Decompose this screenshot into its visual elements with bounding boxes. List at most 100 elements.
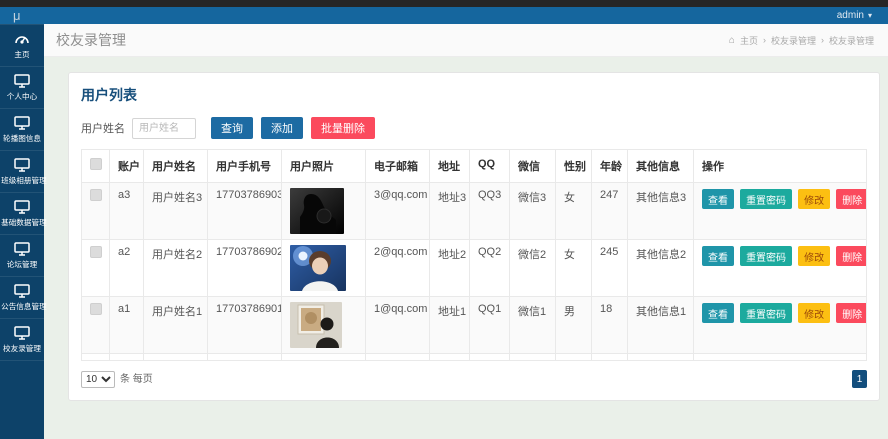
sidebar-item-carousel[interactable]: 轮播图信息 (0, 109, 44, 151)
table-row: a3 用户姓名3 17703786903 3@qq.com 地址3 QQ3 微信… (81, 182, 867, 240)
sidebar-item-forum[interactable]: 论坛管理 (0, 235, 44, 277)
cell-age: 247 (591, 182, 628, 240)
sidebar-item-base-data[interactable]: 基础数据管理 (0, 193, 47, 235)
search-input[interactable] (132, 117, 196, 139)
sidebar-item-class-album[interactable]: 班级相册管理 (0, 151, 47, 193)
breadcrumb-current: 校友录管理 (828, 35, 874, 46)
sidebar-item-home[interactable]: 主页 (0, 24, 44, 67)
admin-username: admin (836, 10, 864, 21)
cell-address: 地址2 (429, 239, 470, 297)
reset-password-button[interactable]: 重置密码 (740, 189, 793, 209)
cell-phone: 17703786901 (207, 296, 282, 354)
sidebar-item-label: 公告信息管理 (1, 302, 47, 311)
sidebar-item-label: 主页 (14, 50, 30, 59)
col-wechat: 微信 (509, 149, 556, 183)
cell-phone: 17703786902 (207, 239, 282, 297)
cell-age: 245 (591, 239, 628, 297)
col-email: 电子邮箱 (365, 149, 430, 183)
breadcrumb-home[interactable]: 主页 (740, 34, 758, 47)
cell-gender: 男 (555, 296, 592, 354)
cell-gender: 女 (555, 182, 592, 240)
caret-down-icon: ▾ (867, 10, 872, 20)
view-button[interactable]: 查看 (702, 246, 734, 266)
sidebar-item-label: 校友录管理 (3, 344, 42, 353)
monitor-icon (0, 74, 44, 88)
page-title: 校友录管理 (56, 32, 126, 48)
table-row: a2 用户姓名2 17703786902 2@qq.com 地址2 QQ2 微信… (81, 239, 867, 297)
reset-password-button[interactable]: 重置密码 (740, 246, 793, 266)
col-actions: 操作 (693, 149, 867, 183)
cell-account: a2 (109, 239, 144, 297)
edit-button[interactable]: 修改 (798, 189, 831, 209)
row-checkbox[interactable] (90, 303, 102, 315)
col-gender: 性别 (555, 149, 592, 183)
query-button[interactable]: 查询 (211, 117, 253, 139)
select-all-checkbox[interactable] (90, 158, 102, 170)
per-page-label: 条 每页 (120, 374, 153, 385)
table-header-row: 账户 用户姓名 用户手机号 用户照片 电子邮箱 地址 QQ 微信 性别 年龄 其… (81, 149, 867, 183)
sidebar-item-notice[interactable]: 公告信息管理 (0, 277, 47, 319)
row-checkbox[interactable] (90, 246, 102, 258)
sidebar-item-label: 论坛管理 (6, 260, 38, 269)
toolbar: 用户姓名 查询 添加 批量删除 (81, 117, 867, 139)
edit-button[interactable]: 修改 (798, 303, 831, 323)
sidebar-item-label: 轮播图信息 (3, 134, 42, 143)
user-photo (290, 188, 344, 234)
edit-button[interactable]: 修改 (798, 246, 831, 266)
top-strip (0, 0, 888, 7)
cell-address: 地址1 (429, 296, 470, 354)
monitor-icon (0, 200, 44, 214)
table-footer-row (81, 353, 867, 361)
delete-button[interactable]: 删除 (836, 246, 866, 266)
breadcrumb-separator: › (820, 35, 824, 45)
cell-qq: QQ1 (469, 296, 510, 354)
admin-menu[interactable]: admin ▾ (837, 10, 888, 21)
delete-button[interactable]: 删除 (836, 303, 866, 323)
monitor-icon (0, 242, 44, 256)
table-row: a1 用户姓名1 17703786901 1@qq.com 地址1 QQ1 微信… (81, 296, 867, 354)
monitor-icon (0, 116, 44, 130)
batch-delete-button[interactable]: 批量删除 (311, 117, 375, 139)
breadcrumb-separator: › (762, 35, 766, 45)
delete-button[interactable]: 删除 (836, 189, 866, 209)
cell-email: 1@qq.com (365, 296, 430, 354)
view-button[interactable]: 查看 (702, 189, 734, 209)
col-qq: QQ (469, 149, 510, 183)
cell-wechat: 微信1 (509, 296, 556, 354)
sidebar-item-label: 基础数据管理 (1, 218, 47, 227)
cell-wechat: 微信2 (509, 239, 556, 297)
monitor-icon (0, 284, 44, 298)
cell-phone: 17703786903 (207, 182, 282, 240)
row-checkbox[interactable] (90, 189, 102, 201)
cell-gender: 女 (555, 239, 592, 297)
cell-address: 地址3 (429, 182, 470, 240)
cell-other: 其他信息2 (627, 239, 694, 297)
cell-name: 用户姓名3 (143, 182, 208, 240)
user-list-card: 用户列表 用户姓名 查询 添加 批量删除 (68, 72, 880, 401)
cell-email: 3@qq.com (365, 182, 430, 240)
user-photo (290, 302, 342, 348)
search-label: 用户姓名 (81, 123, 125, 135)
monitor-icon (0, 326, 44, 340)
col-name: 用户姓名 (143, 149, 208, 183)
page-size-select[interactable]: 10 (81, 371, 115, 388)
view-button[interactable]: 查看 (702, 303, 734, 323)
reset-password-button[interactable]: 重置密码 (740, 303, 793, 323)
col-age: 年龄 (591, 149, 628, 183)
monitor-icon (0, 158, 44, 172)
sidebar: 主页 个人中心 轮播图信息 班级相册管理 基础数据管理 论坛管理 公告信息管理 … (0, 24, 47, 439)
sidebar-item-alumni[interactable]: 校友录管理 (0, 319, 44, 361)
cell-account: a1 (109, 296, 144, 354)
breadcrumb: ⌂ 主页 › 校友录管理 › 校友录管理 (729, 34, 874, 47)
page-header: 校友录管理 ⌂ 主页 › 校友录管理 › 校友录管理 (44, 24, 888, 57)
user-photo (290, 245, 346, 291)
sidebar-item-profile[interactable]: 个人中心 (0, 67, 44, 109)
col-account: 账户 (109, 149, 144, 183)
cell-qq: QQ2 (469, 239, 510, 297)
page-1-button[interactable]: 1 (852, 370, 867, 388)
app-bar: μ admin ▾ (0, 7, 888, 24)
add-button[interactable]: 添加 (261, 117, 303, 139)
breadcrumb-level1[interactable]: 校友录管理 (771, 34, 816, 47)
cell-qq: QQ3 (469, 182, 510, 240)
cell-wechat: 微信3 (509, 182, 556, 240)
